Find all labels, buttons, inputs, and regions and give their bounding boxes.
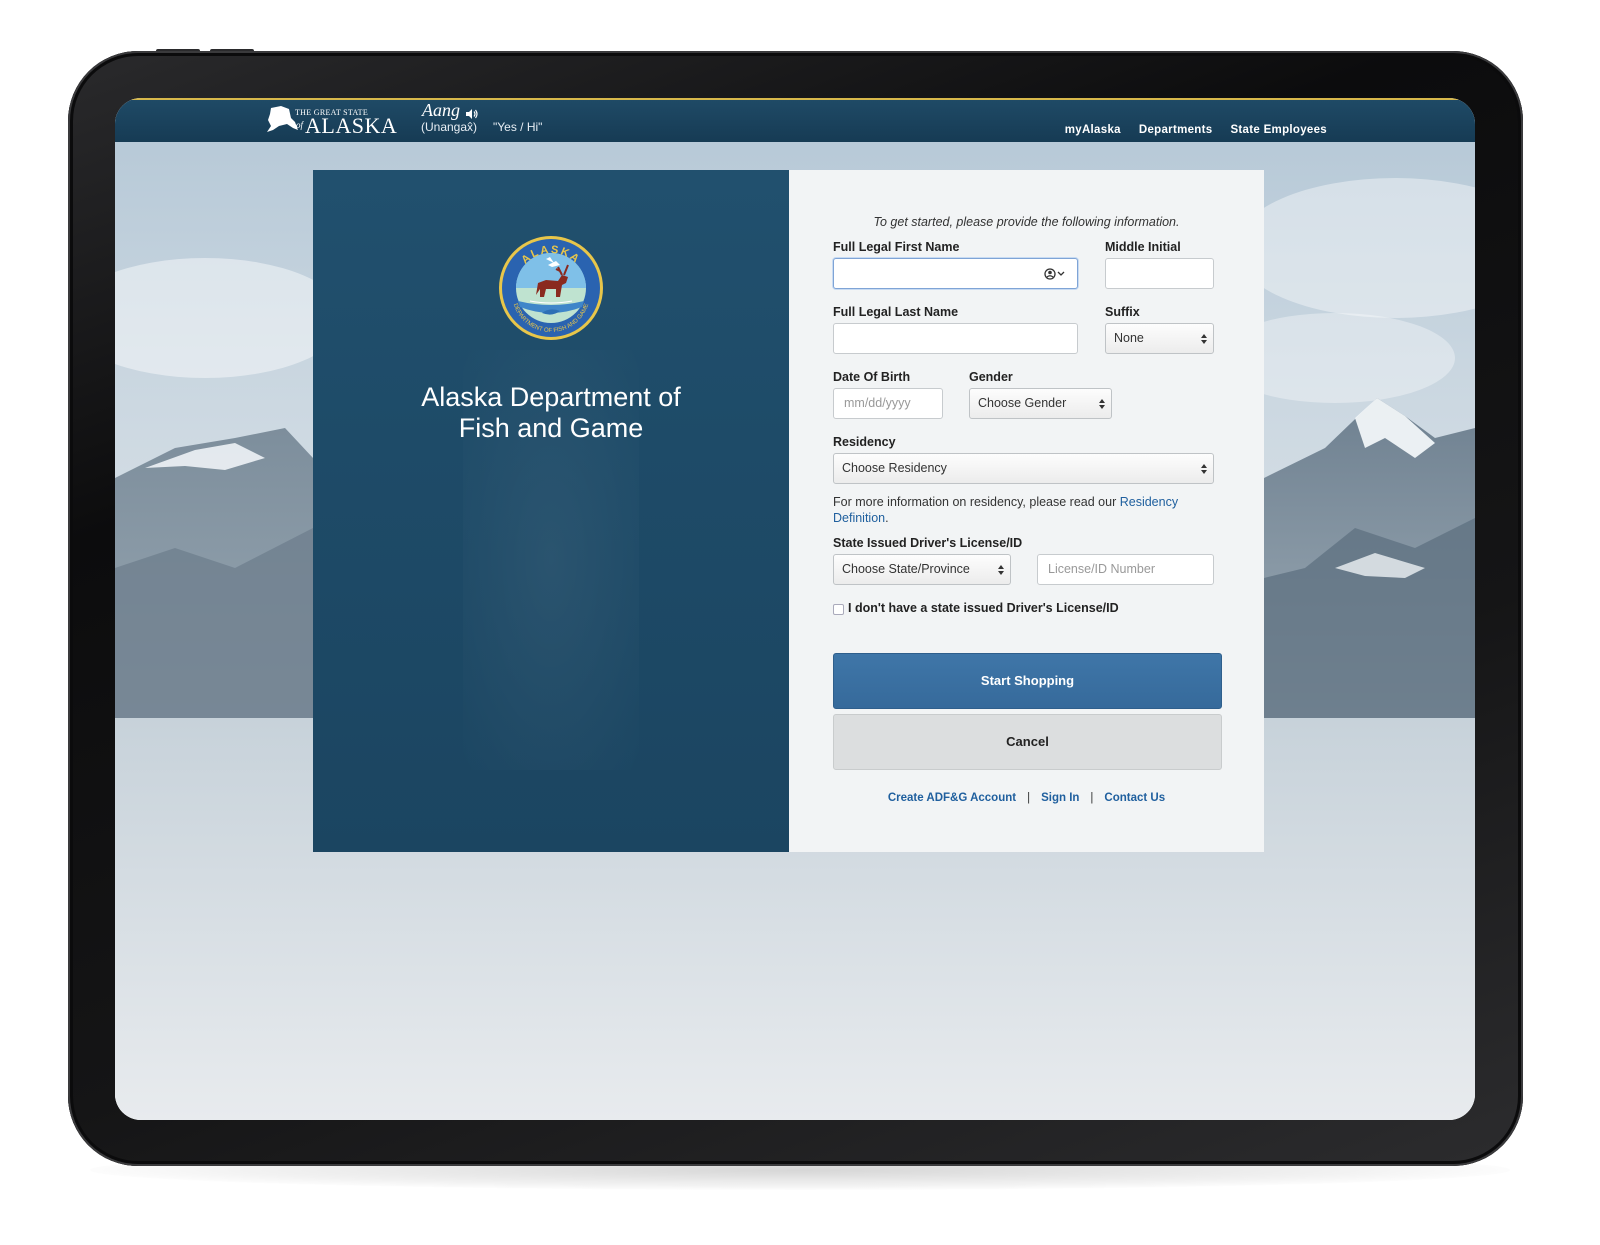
last-name-label: Full Legal Last Name — [833, 305, 959, 319]
nav-myalaska[interactable]: myAlaska — [1065, 124, 1121, 136]
adfg-seal-logo: ALASKA DEPARTMENT OF FISH AND GAME — [499, 236, 603, 340]
link-separator: | — [1027, 792, 1031, 804]
gender-selected: Choose Gender — [978, 396, 1067, 410]
nav-departments[interactable]: Departments — [1139, 124, 1213, 136]
start-shopping-button[interactable]: Start Shopping — [833, 653, 1222, 709]
residency-select[interactable]: Choose Residency — [833, 453, 1214, 484]
sign-in-link[interactable]: Sign In — [1041, 792, 1079, 804]
department-panel: ALASKA DEPARTMENT OF FISH AND GAME Alask… — [313, 170, 789, 852]
stage: THE GREAT STATE of ALASKA Aang (Unangax̂… — [0, 0, 1600, 1245]
form-footer-links: Create ADF&G Account | Sign In | Contact Us — [789, 792, 1264, 804]
license-state-selected: Choose State/Province — [842, 562, 970, 576]
speaker-icon[interactable] — [465, 108, 479, 120]
select-arrows-icon — [998, 565, 1004, 575]
cancel-button[interactable]: Cancel — [833, 714, 1222, 770]
middle-initial-input[interactable] — [1105, 258, 1214, 289]
license-label: State Issued Driver's License/ID — [833, 536, 1023, 550]
native-translation: "Yes / Hi" — [493, 120, 543, 134]
logo-of: of — [296, 120, 304, 130]
gender-select[interactable]: Choose Gender — [969, 388, 1112, 419]
link-separator: | — [1090, 792, 1094, 804]
select-arrows-icon — [1201, 334, 1207, 344]
last-name-input[interactable] — [833, 323, 1078, 354]
department-title-line2: Fish and Game — [458, 413, 644, 443]
no-license-checkbox[interactable] — [833, 604, 844, 615]
residency-help-end: . — [885, 511, 889, 525]
form-intro: To get started, please provide the follo… — [873, 215, 1180, 229]
first-name-label: Full Legal First Name — [833, 240, 960, 254]
autofill-contact-icon[interactable] — [1044, 267, 1066, 281]
tablet-screen: THE GREAT STATE of ALASKA Aang (Unangax̂… — [115, 98, 1475, 1120]
gender-label: Gender — [969, 370, 1013, 384]
registration-form: To get started, please provide the follo… — [789, 170, 1264, 852]
license-state-select[interactable]: Choose State/Province — [833, 554, 1011, 585]
native-language: (Unangax̂) — [421, 120, 478, 134]
alaska-map-icon — [267, 106, 298, 132]
suffix-select[interactable]: None — [1105, 323, 1214, 354]
select-arrows-icon — [1201, 464, 1207, 474]
license-number-input[interactable]: License/ID Number — [1037, 554, 1214, 585]
dob-label: Date Of Birth — [833, 370, 911, 384]
select-arrows-icon — [1099, 399, 1105, 409]
residency-help: For more information on residency, pleas… — [833, 494, 1223, 526]
residency-help-text: For more information on residency, pleas… — [833, 495, 1120, 509]
residency-selected: Choose Residency — [842, 461, 947, 475]
residency-label: Residency — [833, 435, 896, 449]
contact-us-link[interactable]: Contact Us — [1104, 792, 1165, 804]
first-name-input[interactable] — [833, 258, 1078, 289]
native-word: Aang — [422, 100, 460, 120]
suffix-selected: None — [1114, 331, 1144, 345]
middle-initial-label: Middle Initial — [1105, 240, 1181, 254]
logo-wordmark: ALASKA — [305, 113, 398, 138]
nav-state-employees[interactable]: State Employees — [1230, 124, 1327, 136]
department-title-line1: Alaska Department of — [421, 382, 681, 412]
dob-input[interactable]: mm/dd/yyyy — [833, 388, 943, 419]
no-license-label: I don't have a state issued Driver's Lic… — [848, 601, 1119, 615]
create-account-link[interactable]: Create ADF&G Account — [888, 792, 1016, 804]
header-nav: myAlaska Departments State Employees — [1065, 124, 1327, 136]
site-header: THE GREAT STATE of ALASKA Aang (Unangax̂… — [115, 98, 1475, 142]
department-title: Alaska Department of Fish and Game — [313, 382, 789, 444]
alaska-logo[interactable]: THE GREAT STATE of ALASKA — [265, 102, 398, 140]
suffix-label: Suffix — [1105, 305, 1140, 319]
